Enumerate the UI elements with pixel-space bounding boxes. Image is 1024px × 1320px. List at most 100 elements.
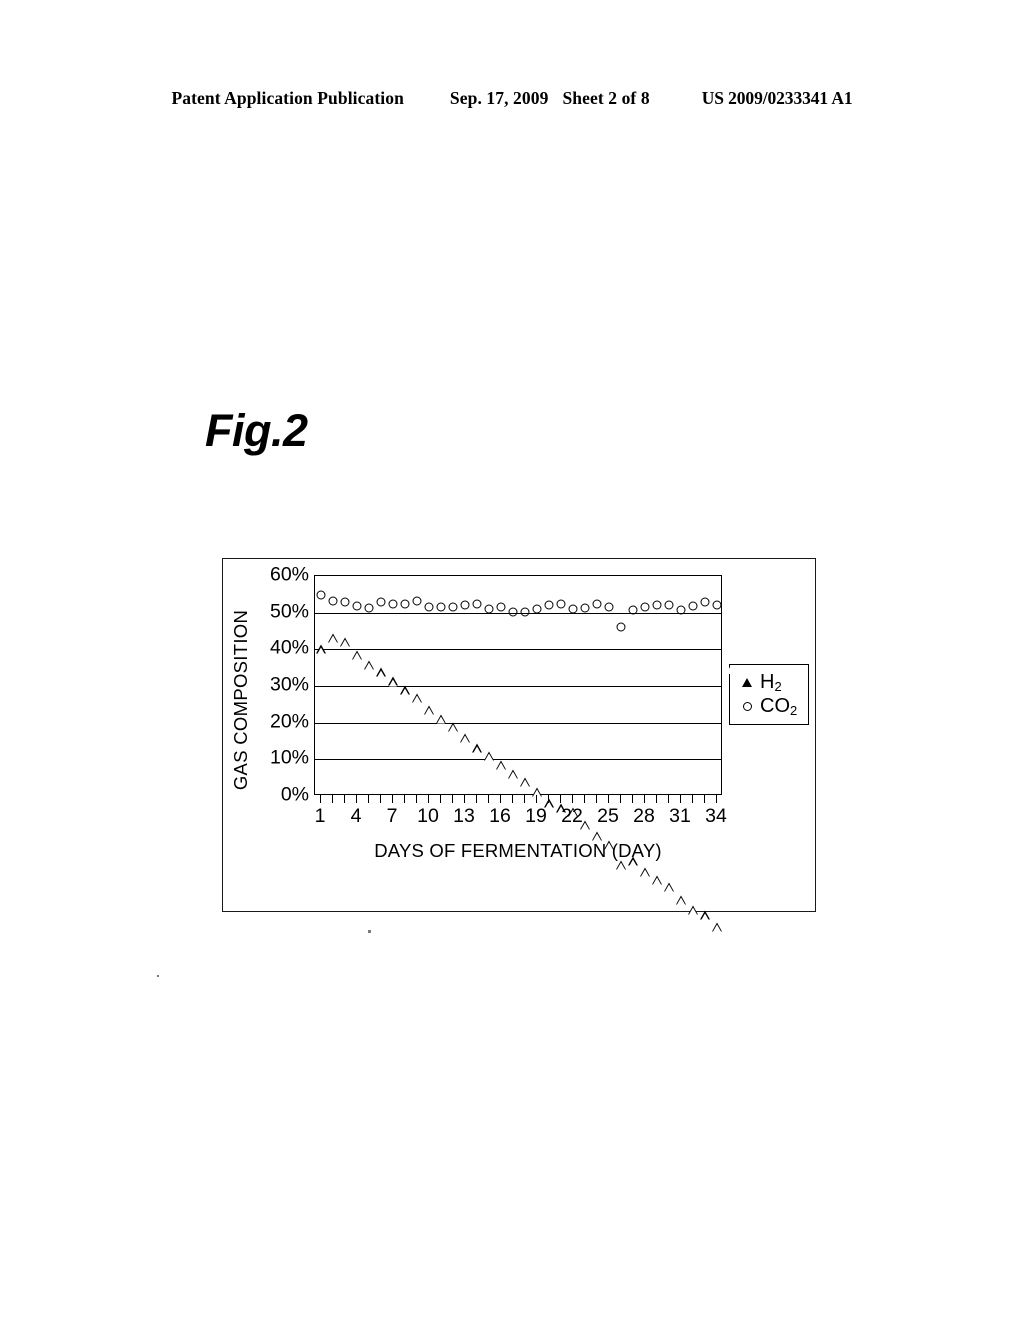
x-tick-mark xyxy=(656,795,658,803)
gridline xyxy=(315,649,721,651)
x-tick-mark xyxy=(668,795,670,803)
data-point-h2 xyxy=(676,895,686,905)
x-tick-label: 13 xyxy=(453,805,475,827)
x-tick-label: 10 xyxy=(417,805,439,827)
x-tick-mark xyxy=(524,795,526,803)
x-tick-label: 25 xyxy=(597,805,619,827)
data-point-h2 xyxy=(400,685,410,696)
x-tick-mark xyxy=(632,795,634,803)
x-tick-mark xyxy=(704,795,706,803)
gridline xyxy=(315,686,721,687)
x-tick-mark xyxy=(392,795,394,803)
data-point-co2 xyxy=(388,599,398,608)
x-tick-mark xyxy=(320,795,322,803)
data-point-co2 xyxy=(364,603,374,613)
data-point-co2 xyxy=(544,600,554,610)
x-tick-mark xyxy=(692,795,694,803)
data-point-co2 xyxy=(496,602,506,612)
data-point-h2 xyxy=(688,905,698,915)
x-tick-mark xyxy=(548,795,550,803)
x-tick-mark xyxy=(356,795,358,803)
data-point-co2 xyxy=(424,602,434,612)
scan-speck xyxy=(157,975,159,977)
data-point-co2 xyxy=(460,600,470,610)
data-point-co2 xyxy=(652,600,662,610)
x-tick-mark xyxy=(380,795,382,803)
chart-area: GAS COMPOSITION 60% 50% 40% 30% 20% 10% 0% 147… xyxy=(223,559,817,932)
data-point-h2 xyxy=(340,637,350,647)
x-tick-mark xyxy=(452,795,454,803)
scan-speck xyxy=(368,930,371,933)
data-point-h2 xyxy=(640,867,650,877)
data-point-h2 xyxy=(664,882,674,892)
y-tick-label: 20% xyxy=(269,710,309,733)
x-tick-label: 1 xyxy=(314,805,326,827)
x-tick-mark xyxy=(404,795,406,803)
x-tick-mark xyxy=(572,795,574,803)
gridline xyxy=(315,722,721,724)
x-tick-mark xyxy=(608,795,610,803)
legend-entry-h2: H2 xyxy=(738,670,797,694)
data-point-co2 xyxy=(472,599,482,608)
data-point-co2 xyxy=(328,596,338,606)
data-point-h2 xyxy=(448,722,458,732)
data-point-h2 xyxy=(424,705,434,715)
figure-frame: GAS COMPOSITION 60% 50% 40% 30% 20% 10% 0% 147… xyxy=(222,558,817,932)
sheet-number: Sheet 2 of 8 xyxy=(562,88,650,108)
data-point-co2 xyxy=(352,601,362,611)
data-point-co2 xyxy=(436,602,446,612)
x-tick-mark xyxy=(584,795,586,803)
data-point-co2 xyxy=(340,597,350,607)
patent-header: Patent Application Publication Sep. 17, … xyxy=(0,88,1024,109)
publication-date: Sep. 17, 2009 xyxy=(449,88,549,108)
x-tick-label: 19 xyxy=(525,805,547,827)
data-point-h2 xyxy=(328,633,338,643)
x-tick-mark xyxy=(644,795,646,803)
data-point-h2 xyxy=(508,769,518,779)
data-point-h2 xyxy=(352,650,362,660)
legend-entry-co2: CO2 xyxy=(738,694,797,718)
data-point-h2 xyxy=(388,676,398,687)
data-point-h2 xyxy=(376,667,386,678)
data-point-co2 xyxy=(316,590,326,600)
y-tick-label: 60% xyxy=(269,563,309,586)
y-tick-label: 40% xyxy=(269,636,309,659)
x-tick-mark xyxy=(716,795,718,803)
x-axis-ticks xyxy=(314,795,722,804)
x-tick-mark xyxy=(500,795,502,803)
data-point-co2 xyxy=(700,597,710,607)
data-point-h2 xyxy=(460,733,470,743)
data-point-co2 xyxy=(580,603,590,613)
x-tick-mark xyxy=(464,795,466,803)
x-tick-label: 22 xyxy=(561,805,583,827)
x-tick-label: 4 xyxy=(350,805,362,827)
y-tick-label: 0% xyxy=(280,783,309,806)
data-point-co2 xyxy=(712,600,722,610)
y-tick-label: 50% xyxy=(269,600,309,623)
x-tick-mark xyxy=(620,795,622,803)
x-tick-mark xyxy=(344,795,346,803)
data-point-co2 xyxy=(604,602,614,612)
data-point-co2 xyxy=(412,596,422,606)
x-tick-label: 28 xyxy=(633,805,655,827)
x-tick-mark xyxy=(488,795,490,803)
legend-label: H2 xyxy=(760,670,782,694)
x-tick-mark xyxy=(368,795,370,803)
x-tick-label: 31 xyxy=(669,805,691,827)
data-point-co2 xyxy=(664,600,674,610)
x-tick-label: 7 xyxy=(386,805,398,827)
gridline xyxy=(315,759,721,761)
y-tick-label: 30% xyxy=(269,673,309,696)
x-tick-mark xyxy=(416,795,418,803)
x-tick-mark xyxy=(440,795,442,803)
data-point-h2 xyxy=(712,922,722,932)
x-axis-title: DAYS OF FERMENTATION (DAY) xyxy=(374,840,662,861)
data-point-h2 xyxy=(364,660,374,670)
data-point-co2 xyxy=(592,599,602,609)
figure-label: Fig.2 xyxy=(205,405,308,456)
data-point-h2 xyxy=(472,743,482,754)
triangle-marker-icon xyxy=(738,677,756,687)
plot-area xyxy=(314,575,722,932)
legend-label: CO2 xyxy=(760,694,798,718)
publication-label: Patent Application Publication xyxy=(171,88,404,108)
